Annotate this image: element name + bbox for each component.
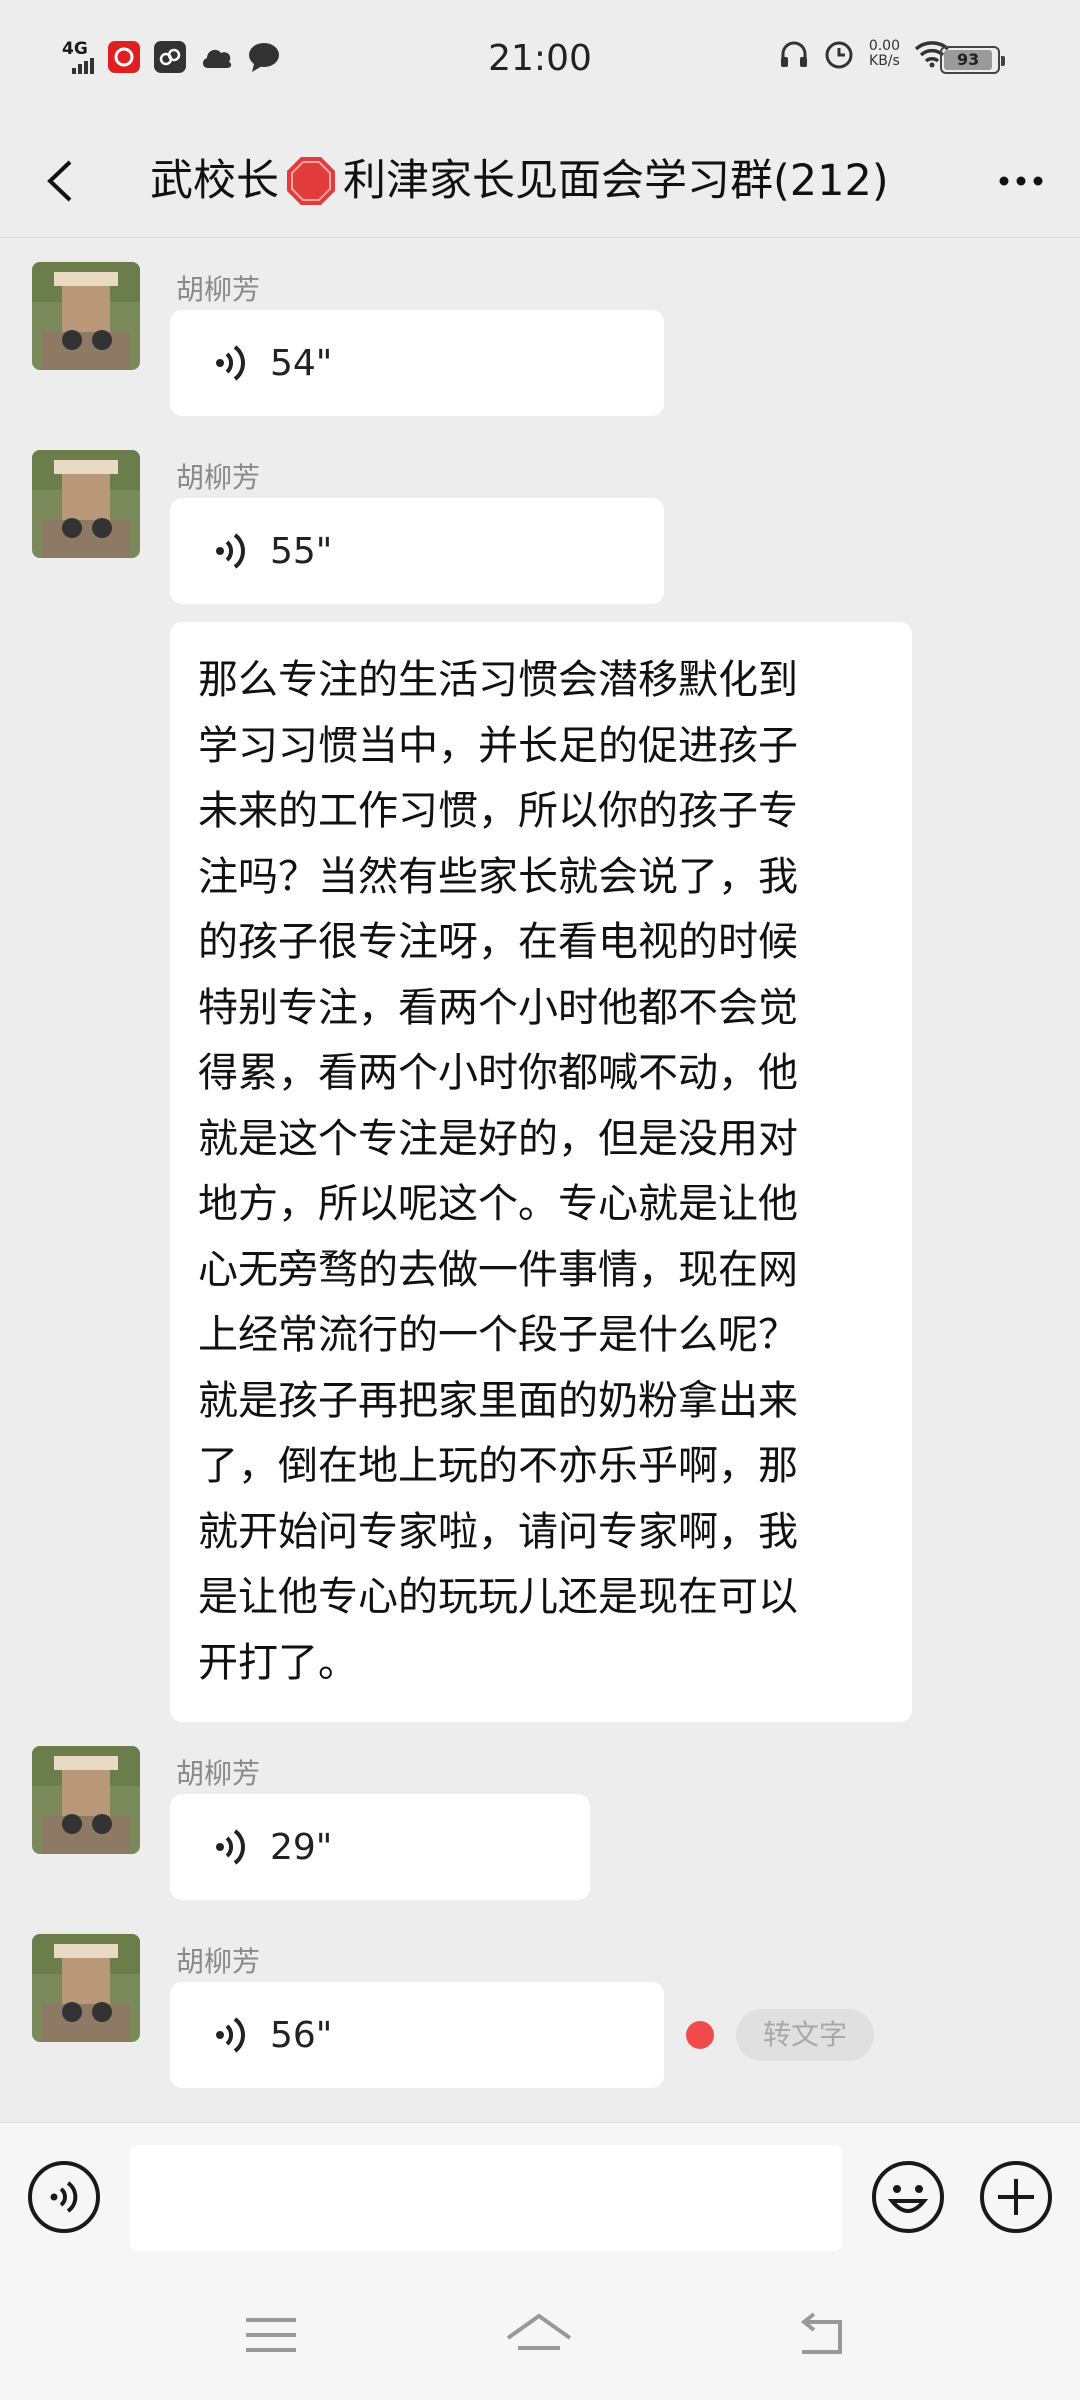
voice-wave-icon — [216, 345, 245, 381]
input-bar — [0, 2122, 1080, 2270]
system-nav-bar — [0, 2270, 1080, 2400]
voice-duration: 55" — [270, 530, 333, 572]
title-part1: 武校长 — [150, 156, 279, 206]
voice-duration: 54" — [270, 342, 333, 384]
text-message-bubble[interactable]: 那么专注的生活习惯会潜移默化到 学习习惯当中，并长足的促进孩子 未来的工作习惯，… — [170, 622, 912, 1722]
speed-value: 0.00 — [868, 38, 900, 54]
home-icon[interactable] — [504, 2300, 574, 2370]
voice-wave-icon — [216, 1829, 245, 1865]
more-dots-icon — [999, 176, 1043, 186]
message-input[interactable] — [130, 2145, 842, 2251]
headphones-icon — [780, 41, 807, 67]
convert-to-text-button[interactable]: 转文字 — [736, 2009, 874, 2061]
sender-name: 胡柳芳 — [176, 1945, 261, 1978]
stop-sign-emoji-icon — [287, 157, 335, 205]
chat-title: 武校长 利津家长见面会学习群(212) — [150, 144, 940, 218]
battery-level: 93 — [944, 50, 993, 70]
back-nav-icon[interactable] — [786, 2300, 856, 2370]
sender-name: 胡柳芳 — [176, 1757, 261, 1790]
voice-message-bubble[interactable]: 56" — [170, 1982, 664, 2088]
avatar[interactable] — [32, 1934, 140, 2042]
voice-duration: 29" — [270, 1826, 333, 1868]
voice-wave-icon — [216, 533, 245, 569]
unread-dot — [686, 2021, 714, 2049]
plus-icon[interactable] — [978, 2159, 1054, 2235]
chevron-left-icon — [47, 160, 72, 202]
status-bar: 4G 21:00 0.00 KB/s 93 — [0, 0, 1080, 124]
emoji-icon[interactable] — [870, 2159, 946, 2235]
more-button[interactable] — [986, 146, 1056, 216]
alarm-icon — [825, 41, 853, 69]
back-button[interactable] — [28, 146, 98, 216]
voice-message-bubble[interactable]: 29" — [170, 1794, 590, 1900]
status-right-icons: 0.00 KB/s — [779, 38, 950, 70]
avatar[interactable] — [32, 1746, 140, 1854]
avatar[interactable] — [32, 262, 140, 370]
sender-name: 胡柳芳 — [176, 461, 261, 494]
network-speed: 0.00 KB/s — [869, 39, 900, 69]
menu-icon[interactable] — [236, 2300, 306, 2370]
speed-unit: KB/s — [869, 53, 900, 69]
battery-icon: 93 — [940, 46, 1005, 74]
voice-wave-icon — [216, 2017, 245, 2053]
voice-message-bubble[interactable]: 55" — [170, 498, 664, 604]
sender-name: 胡柳芳 — [176, 273, 261, 306]
title-part2: 利津家长见面会学习群(212) — [343, 156, 889, 206]
voice-duration: 56" — [270, 2014, 333, 2056]
chat-header: 武校长 利津家长见面会学习群(212) — [0, 124, 1080, 238]
voice-message-bubble[interactable]: 54" — [170, 310, 664, 416]
avatar[interactable] — [32, 450, 140, 558]
voice-mode-icon[interactable] — [26, 2159, 102, 2235]
